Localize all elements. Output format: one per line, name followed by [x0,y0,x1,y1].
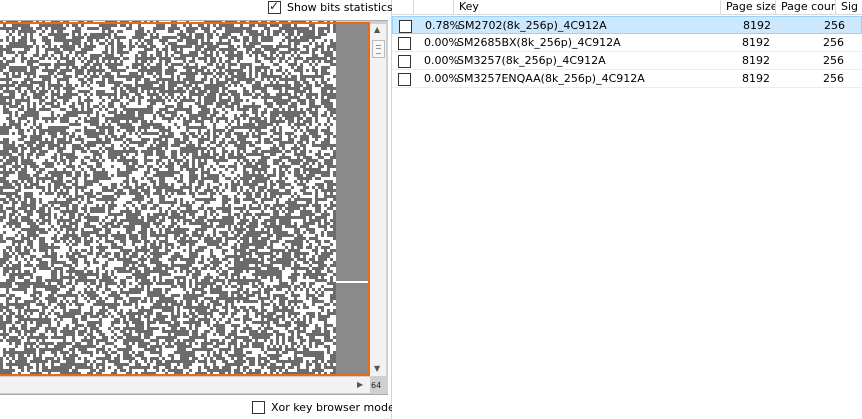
page-boundary-top [0,22,370,24]
key-row[interactable]: 0.00% SM3257ENQAA(8k_256p)_4C912A 8192 2… [392,70,862,88]
key-page-count: 256 [823,54,844,67]
column-header-key[interactable]: Key [454,0,721,14]
bit-map-viewer[interactable]: ▲ ▼ ▶ 64 [0,20,388,395]
key-page-count: 256 [824,19,845,32]
key-list-header: Key Page size Page count Sig [392,0,862,15]
key-page-count: 256 [823,72,844,85]
scroll-up-arrow-icon[interactable]: ▲ [374,26,380,34]
key-name: SM2685BX(8k_256p)_4C912A [457,36,621,49]
key-page-count: 256 [823,36,844,49]
key-match-percent: 0.00% [424,36,459,49]
column-header-check[interactable] [392,0,414,14]
key-row-checkbox[interactable] [398,37,411,50]
key-match-percent: 0.00% [424,72,459,85]
key-name: SM3257ENQAA(8k_256p)_4C912A [457,72,645,85]
key-row-checkbox[interactable] [399,20,412,33]
column-header-page-count[interactable]: Page count [776,0,836,14]
key-row[interactable]: 0.00% SM3257(8k_256p)_4C912A 8192 256 [392,52,862,70]
key-name: SM3257(8k_256p)_4C912A [457,54,606,67]
key-page-size: 8192 [742,72,770,85]
xor-key-browser-mode-label[interactable]: Xor key browser mode [271,401,395,414]
column-header-match[interactable] [414,0,454,14]
key-row[interactable]: 0.00% SM2685BX(8k_256p)_4C912A 8192 256 [392,34,862,52]
key-page-size: 8192 [743,19,771,32]
bits-statistics-strip [336,24,368,374]
scroll-right-arrow-icon[interactable]: ▶ [357,381,363,389]
key-name: SM2702(8k_256p)_4C912A [458,19,607,32]
scroll-down-arrow-icon[interactable]: ▼ [374,365,380,373]
show-bits-statistics-label[interactable]: Show bits statistics [287,1,393,14]
xor-key-browser-mode-checkbox[interactable] [252,401,265,414]
key-row-checkbox[interactable] [398,73,411,86]
column-header-page-size[interactable]: Page size [721,0,776,14]
page-number: 64 [371,381,382,390]
show-bits-statistics-checkbox[interactable] [268,0,281,14]
bit-map-grid [0,21,336,375]
horizontal-scrollbar[interactable]: ▶ [0,377,370,393]
page-boundary-bottom [0,374,370,376]
statistics-marker-line [336,281,368,283]
key-match-percent: 0.00% [424,54,459,67]
bits-panel: Show bits statistics ▲ ▼ ▶ 64 Xor key br… [0,0,395,419]
key-page-size: 8192 [742,54,770,67]
bit-map-canvas[interactable] [0,21,336,376]
vertical-scrollbar[interactable]: ▲ ▼ [370,24,386,376]
key-list: Key Page size Page count Sig 0.78% SM270… [392,0,862,419]
key-match-percent: 0.78% [425,19,460,32]
bit-map-clear-bits [0,21,336,375]
key-row-checkbox[interactable] [398,55,411,68]
vertical-scroll-thumb[interactable] [372,40,385,58]
key-page-size: 8192 [742,36,770,49]
key-row[interactable]: 0.78% SM2702(8k_256p)_4C912A 8192 256 [392,16,862,34]
column-header-sig[interactable]: Sig [836,0,862,14]
